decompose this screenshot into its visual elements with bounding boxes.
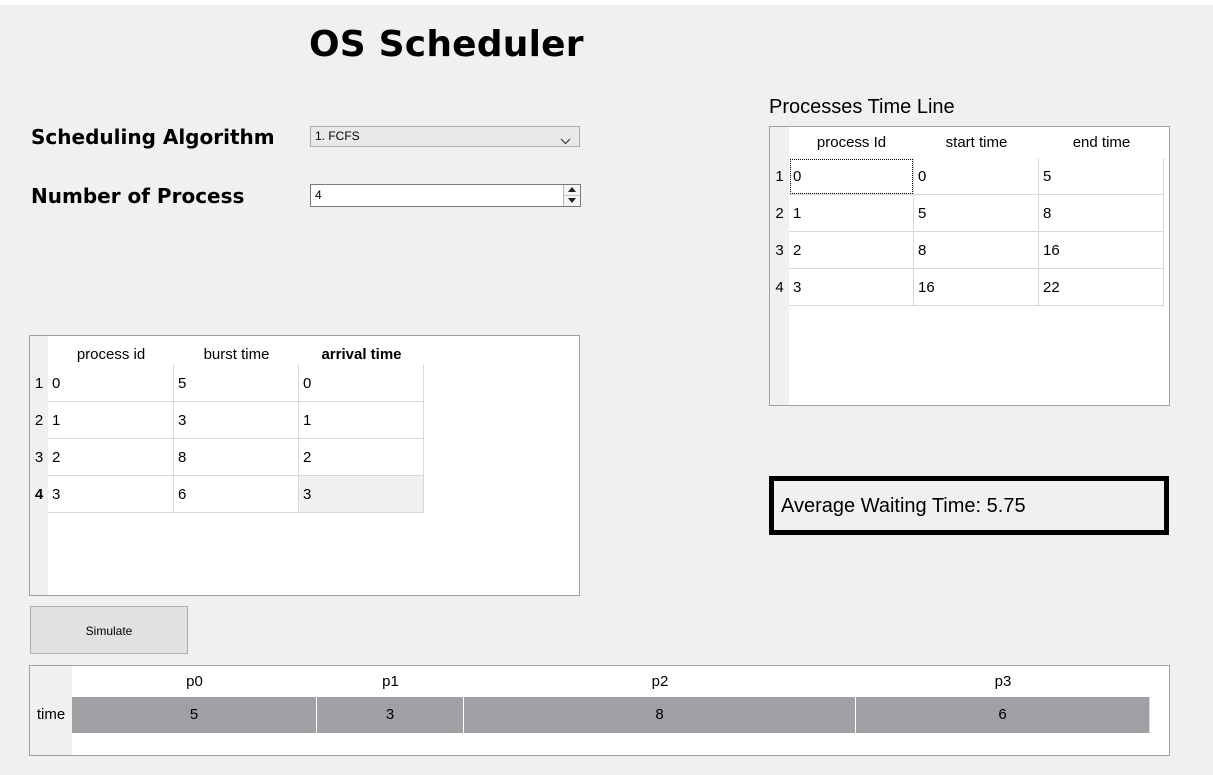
table-cell[interactable]: 16 — [1039, 232, 1164, 269]
gantt-header-p3[interactable]: p3 — [856, 666, 1150, 697]
row-number: 2 — [34, 412, 44, 429]
table-cell[interactable]: 6 — [174, 476, 299, 513]
arrow-up-icon — [568, 187, 576, 192]
table-cell[interactable]: 2 — [789, 232, 914, 269]
table-cell[interactable]: 2 — [48, 439, 174, 476]
algorithm-select[interactable]: 1. FCFS — [310, 126, 580, 147]
table-cell[interactable]: 3 — [48, 476, 174, 513]
table-cell[interactable]: 5 — [1039, 158, 1164, 195]
table-cell[interactable]: 0 — [48, 365, 174, 402]
gantt-bar[interactable]: 6 — [856, 697, 1150, 733]
arrow-down-icon — [568, 198, 576, 203]
table-cell[interactable]: 5 — [174, 365, 299, 402]
row-number: 1 — [34, 375, 44, 392]
process-count-value: 4 — [315, 188, 322, 202]
spin-up-button[interactable] — [564, 185, 580, 196]
timeline-title: Processes Time Line — [769, 96, 955, 118]
table-cell[interactable]: 2 — [299, 439, 424, 476]
row-number: 2 — [775, 205, 784, 222]
row-number: 1 — [775, 168, 784, 185]
table-cell[interactable]: 22 — [1039, 269, 1164, 306]
process-count-spinbox[interactable]: 4 — [310, 184, 581, 207]
gantt-row-label: time — [36, 706, 66, 723]
table-cell[interactable]: 8 — [914, 232, 1039, 269]
table-cell[interactable]: 0 — [914, 158, 1039, 195]
row-number: 4 — [34, 486, 44, 503]
table-cell[interactable]: 16 — [914, 269, 1039, 306]
table-cell[interactable]: 1 — [48, 402, 174, 439]
table-cell[interactable]: 8 — [1039, 195, 1164, 232]
table-cell-selected[interactable]: 3 — [299, 476, 424, 513]
table-cell-focused[interactable]: 0 — [789, 158, 914, 195]
row-number: 3 — [34, 449, 44, 466]
row-number: 3 — [775, 242, 784, 259]
gantt-header-p2[interactable]: p2 — [464, 666, 856, 697]
column-header-start-time[interactable]: start time — [914, 127, 1039, 158]
page-title: OS Scheduler — [309, 24, 584, 65]
chevron-down-icon — [560, 132, 571, 151]
gantt-bar[interactable]: 8 — [464, 697, 856, 733]
table-cell[interactable]: 0 — [299, 365, 424, 402]
timeline-table[interactable]: process Id start time end time 1 2 3 4 0… — [769, 126, 1170, 406]
process-input-table[interactable]: process id burst time arrival time 1 2 3… — [29, 335, 580, 596]
table-cell[interactable]: 1 — [299, 402, 424, 439]
algorithm-selected-value: 1. FCFS — [315, 129, 360, 143]
table-cell[interactable]: 5 — [914, 195, 1039, 232]
column-header-process-id[interactable]: process Id — [789, 127, 914, 158]
column-header-end-time[interactable]: end time — [1039, 127, 1164, 158]
gantt-bar[interactable]: 5 — [72, 697, 317, 733]
row-number: 4 — [775, 279, 784, 296]
simulate-button[interactable]: Simulate — [30, 606, 188, 654]
table-cell[interactable]: 3 — [789, 269, 914, 306]
gantt-header-p0[interactable]: p0 — [72, 666, 317, 697]
top-band — [0, 0, 1213, 5]
gantt-bar[interactable]: 3 — [317, 697, 464, 733]
algorithm-label: Scheduling Algorithm — [31, 125, 275, 149]
spin-down-button[interactable] — [564, 196, 580, 206]
gantt-header-p1[interactable]: p1 — [317, 666, 464, 697]
gantt-table[interactable]: p0 p1 p2 p3 time 5 3 8 6 — [29, 665, 1170, 756]
average-waiting-time: Average Waiting Time: 5.75 — [769, 476, 1169, 535]
table-cell[interactable]: 3 — [174, 402, 299, 439]
process-count-label: Number of Process — [31, 184, 245, 208]
table-cell[interactable]: 1 — [789, 195, 914, 232]
table-cell[interactable]: 8 — [174, 439, 299, 476]
